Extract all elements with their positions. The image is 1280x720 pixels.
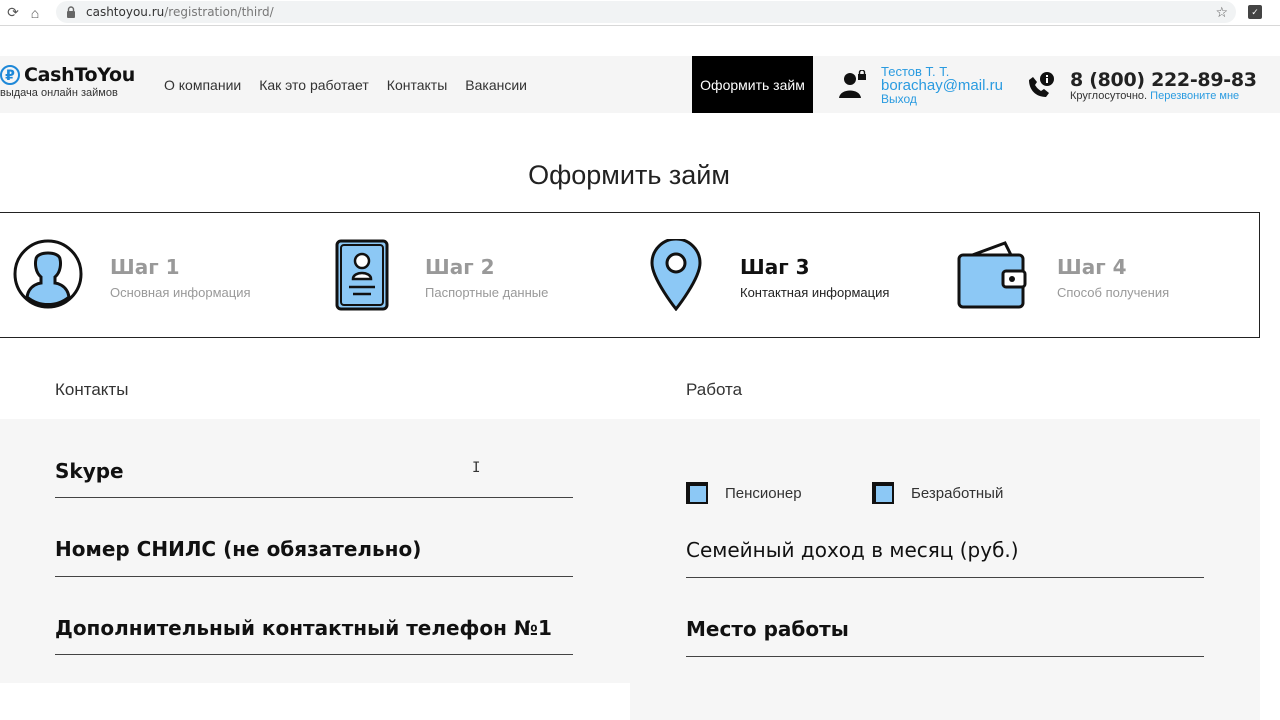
step-4-title: Шаг 4 bbox=[1057, 255, 1127, 279]
extension-icon[interactable]: ✓ bbox=[1248, 5, 1262, 19]
logo-name: CashToYou bbox=[24, 64, 135, 86]
user-avatar-icon bbox=[13, 239, 83, 309]
extra-phone-field[interactable]: Дополнительный контактный телефон №1 bbox=[55, 616, 573, 655]
browser-toolbar: ⟳ ⌂ cashtoyou.ru/registration/third/ ☆ ✓ bbox=[0, 0, 1280, 26]
snils-label: Номер СНИЛС (не обязательно) bbox=[55, 537, 422, 561]
pensioner-label: Пенсионер bbox=[725, 484, 802, 502]
logout-link[interactable]: Выход bbox=[881, 93, 1003, 106]
pensioner-checkbox[interactable]: Пенсионер bbox=[686, 482, 802, 504]
skype-label: Skype bbox=[55, 459, 124, 483]
snils-field[interactable]: Номер СНИЛС (не обязательно) bbox=[55, 537, 573, 577]
apply-loan-button[interactable]: Оформить займ bbox=[692, 56, 813, 113]
reload-icon[interactable]: ⟳ bbox=[4, 4, 22, 22]
step-1-subtitle: Основная информация bbox=[110, 285, 251, 300]
phone-block: 8 (800) 222-89-83 Круглосуточно. Перезво… bbox=[1070, 69, 1257, 102]
text-cursor-icon: I bbox=[472, 460, 481, 476]
callback-link[interactable]: Перезвоните мне bbox=[1150, 90, 1239, 102]
step-2-subtitle: Паспортные данные bbox=[425, 285, 549, 300]
contacts-section-label: Контакты bbox=[55, 380, 129, 399]
phone-info-icon bbox=[1029, 72, 1054, 97]
steps-bar: Шаг 1 Основная информация Шаг 2 Паспортн… bbox=[0, 212, 1260, 338]
step-2-title: Шаг 2 bbox=[425, 255, 495, 279]
lock-icon bbox=[67, 6, 75, 18]
top-nav: О компании Как это работает Контакты Вак… bbox=[164, 77, 527, 93]
ruble-logo-icon: ₽ bbox=[0, 65, 20, 85]
user-lock-icon bbox=[839, 70, 866, 98]
phone-hours: Круглосуточно. Перезвоните мне bbox=[1070, 90, 1240, 102]
step-1-title: Шаг 1 bbox=[110, 255, 180, 279]
phone-number[interactable]: 8 (800) 222-89-83 bbox=[1070, 69, 1257, 91]
address-bar[interactable]: cashtoyou.ru/registration/third/ ☆ bbox=[56, 1, 1236, 23]
checkbox-box[interactable] bbox=[872, 482, 894, 504]
nav-vacancies[interactable]: Вакансии bbox=[465, 77, 527, 93]
step-3-subtitle: Контактная информация bbox=[740, 285, 890, 300]
home-icon[interactable]: ⌂ bbox=[26, 4, 44, 22]
workplace-field[interactable]: Место работы bbox=[686, 617, 1204, 657]
work-section-label: Работа bbox=[686, 380, 743, 399]
unemployed-label: Безработный bbox=[911, 484, 1004, 502]
checkbox-box[interactable] bbox=[686, 482, 708, 504]
logo[interactable]: ₽ CashToYou выдача онлайн займов bbox=[0, 64, 135, 99]
map-pin-icon bbox=[650, 239, 702, 311]
family-income-field[interactable]: Семейный доход в месяц (руб.) bbox=[686, 538, 1204, 578]
unemployed-checkbox[interactable]: Безработный bbox=[872, 482, 1003, 504]
nav-contacts[interactable]: Контакты bbox=[387, 77, 447, 93]
workplace-label: Место работы bbox=[686, 617, 849, 641]
user-info: Тестов Т. Т. borachay@mail.ru Выход bbox=[881, 65, 1003, 106]
extra-phone-label: Дополнительный контактный телефон №1 bbox=[55, 616, 552, 640]
skype-field[interactable]: Skype bbox=[55, 459, 573, 498]
family-income-label: Семейный доход в месяц (руб.) bbox=[686, 538, 1019, 562]
nav-how-it-works[interactable]: Как это работает bbox=[259, 77, 369, 93]
bookmark-star-icon[interactable]: ☆ bbox=[1215, 4, 1228, 21]
site-header: ₽ CashToYou выдача онлайн займов О компа… bbox=[0, 56, 1280, 113]
wallet-icon bbox=[957, 241, 1027, 309]
page-title: Оформить займ bbox=[528, 160, 730, 190]
logo-tagline: выдача онлайн займов bbox=[0, 87, 118, 99]
step-3-title: Шаг 3 bbox=[740, 255, 810, 279]
url-text: cashtoyou.ru/registration/third/ bbox=[86, 5, 274, 19]
user-email-link[interactable]: borachay@mail.ru bbox=[881, 78, 1003, 93]
step-4-subtitle: Способ получения bbox=[1057, 285, 1170, 300]
nav-about[interactable]: О компании bbox=[164, 77, 241, 93]
passport-icon bbox=[335, 239, 389, 311]
